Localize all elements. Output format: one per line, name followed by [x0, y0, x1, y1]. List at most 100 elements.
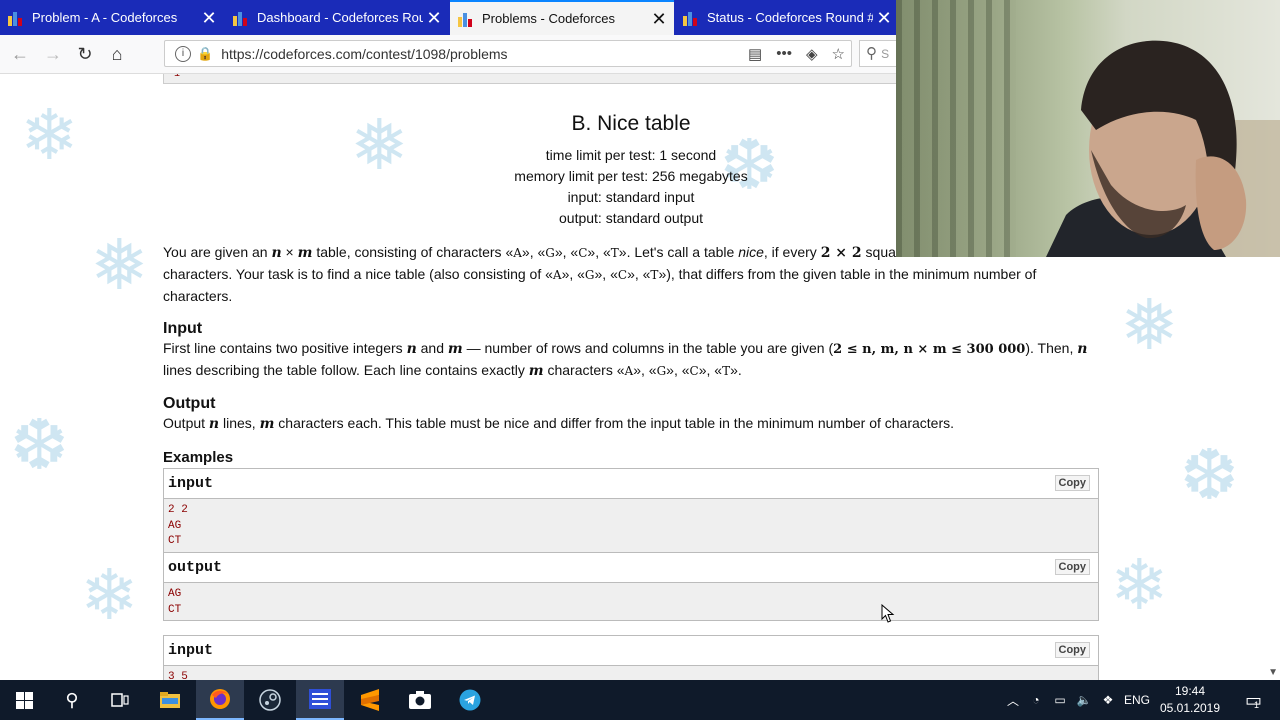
- dropbox-icon[interactable]: ❖: [1096, 693, 1120, 707]
- clock-time: 19:44: [1174, 684, 1206, 698]
- text: », «: [521, 244, 546, 260]
- search-placeholder: S: [881, 47, 890, 61]
- text: lines,: [219, 415, 260, 431]
- example-header: input Copy: [164, 636, 1098, 666]
- webcam-person-image: [1046, 40, 1280, 257]
- battery-icon[interactable]: ▭: [1048, 693, 1072, 707]
- reload-icon[interactable]: ↻: [74, 44, 96, 64]
- math: n: [208, 416, 220, 432]
- app-window-icon[interactable]: [296, 680, 344, 720]
- example-line: 3 5: [168, 671, 188, 680]
- char: G: [656, 364, 667, 378]
- snowflake-icon: ❄: [80, 556, 139, 634]
- example-input-2: input Copy 3 5: [163, 635, 1099, 680]
- bookmark-star-icon[interactable]: ☆: [832, 45, 845, 63]
- snowflake-icon: ❅: [1120, 286, 1179, 364]
- input-language[interactable]: ENG: [1120, 693, 1154, 707]
- text: », «: [698, 362, 723, 378]
- tab-title: Status - Codeforces Round #53: [707, 10, 873, 25]
- notifications-icon[interactable]: ▭ 1: [1232, 680, 1272, 720]
- text: », «: [594, 266, 618, 282]
- volume-icon[interactable]: 🔈: [1072, 693, 1096, 707]
- clock-date: 05.01.2019: [1159, 701, 1221, 715]
- example-body: AG CT: [164, 583, 1098, 622]
- url-text: https://codeforces.com/contest/1098/prob…: [221, 45, 508, 62]
- example-line: CT: [168, 535, 182, 547]
- text: Output: [163, 415, 209, 431]
- example-line: AG: [168, 588, 182, 600]
- pocket-icon[interactable]: ◈: [806, 45, 818, 63]
- page-actions-icon[interactable]: •••: [776, 45, 792, 63]
- text: », «: [561, 266, 585, 282]
- output-spec: Output n lines, m characters each. This …: [163, 413, 1099, 435]
- copy-button[interactable]: Copy: [1054, 642, 1090, 658]
- char: A: [624, 364, 634, 378]
- example-line: AG: [168, 519, 182, 532]
- input-spec: First line contains two positive integer…: [163, 338, 1099, 382]
- notification-count: 1: [1254, 700, 1260, 710]
- search-box[interactable]: ⚲ S: [859, 40, 899, 67]
- back-arrow-icon[interactable]: ←: [9, 44, 31, 64]
- firefox-icon[interactable]: [196, 680, 244, 720]
- example-body: 2 2 AG CT: [164, 499, 1098, 554]
- example-label: input: [168, 475, 214, 492]
- char: C: [689, 364, 699, 378]
- example-header: input Copy: [164, 469, 1098, 499]
- steam-icon[interactable]: [246, 680, 294, 720]
- input-heading: Input: [163, 320, 203, 337]
- char: A: [552, 268, 562, 282]
- network-icon[interactable]: ◔: [1024, 693, 1048, 707]
- reader-view-icon[interactable]: ▤: [748, 45, 762, 63]
- sublime-text-icon[interactable]: [346, 680, 394, 720]
- tab-status[interactable]: Status - Codeforces Round #53 ✕: [675, 0, 899, 35]
- tab-problems[interactable]: Problems - Codeforces ✕: [450, 0, 674, 35]
- example-header: output Copy: [164, 553, 1098, 583]
- codeforces-favicon-icon: [8, 10, 24, 26]
- text: », «: [627, 266, 651, 282]
- char: T: [722, 364, 731, 378]
- system-tray: ︿ ◔ ▭ 🔈 ❖ ENG: [1002, 680, 1154, 720]
- text: characters «: [543, 362, 625, 378]
- example-body: 3 5: [164, 666, 1098, 680]
- site-info-icon[interactable]: i: [175, 45, 191, 62]
- text: ».: [730, 362, 742, 378]
- text: First line contains two positive integer…: [163, 340, 407, 356]
- copy-button[interactable]: Copy: [1054, 475, 1090, 491]
- codeforces-favicon-icon: [458, 11, 474, 27]
- windows-taskbar: ⚲ ︿ ◔ ▭ 🔈 ❖ ENG 19:44 05.01.2019 ▭ 1: [0, 680, 1280, 720]
- text: », «: [633, 362, 657, 378]
- close-tab-icon[interactable]: ✕: [648, 10, 670, 28]
- example-label: output: [168, 559, 223, 576]
- math: n: [271, 245, 282, 261]
- close-tab-icon[interactable]: ✕: [198, 9, 220, 27]
- search-taskbar-icon[interactable]: ⚲: [48, 680, 96, 720]
- scroll-down-arrow-icon[interactable]: ▼: [1268, 667, 1278, 678]
- codeforces-favicon-icon: [233, 10, 249, 26]
- copy-button[interactable]: Copy: [1054, 559, 1090, 575]
- text: »), that differs from the given table in…: [658, 266, 1037, 282]
- clock[interactable]: 19:44 05.01.2019: [1150, 683, 1230, 717]
- math: m: [297, 245, 313, 261]
- show-hidden-icons-chevron-icon[interactable]: ︿: [1002, 692, 1024, 709]
- char: G: [584, 268, 595, 282]
- text: characters. Your task is to find a nice …: [163, 266, 553, 282]
- close-tab-icon[interactable]: ✕: [423, 9, 445, 27]
- example-line: 2 2: [168, 504, 188, 516]
- tab-problem-a[interactable]: Problem - A - Codeforces ✕: [0, 0, 224, 35]
- math: ×: [281, 244, 298, 260]
- close-tab-icon[interactable]: ✕: [873, 9, 895, 27]
- url-bar[interactable]: i 🔒 https://codeforces.com/contest/1098/…: [164, 40, 852, 67]
- forward-arrow-icon[interactable]: →: [42, 44, 64, 64]
- camera-icon[interactable]: [396, 680, 444, 720]
- char: A: [513, 246, 522, 260]
- file-explorer-icon[interactable]: [146, 680, 194, 720]
- task-view-icon[interactable]: [96, 680, 144, 720]
- tab-dashboard[interactable]: Dashboard - Codeforces Round ✕: [225, 0, 449, 35]
- text: , if every: [763, 244, 821, 260]
- telegram-icon[interactable]: [446, 680, 494, 720]
- example-output-1: output Copy AG CT: [163, 552, 1099, 621]
- home-icon[interactable]: ⌂: [106, 44, 128, 64]
- text: », «: [554, 244, 579, 260]
- start-windows-icon[interactable]: [0, 680, 48, 720]
- math: 2 ≤ n, m, n × m ≤ 300 000: [833, 342, 1026, 357]
